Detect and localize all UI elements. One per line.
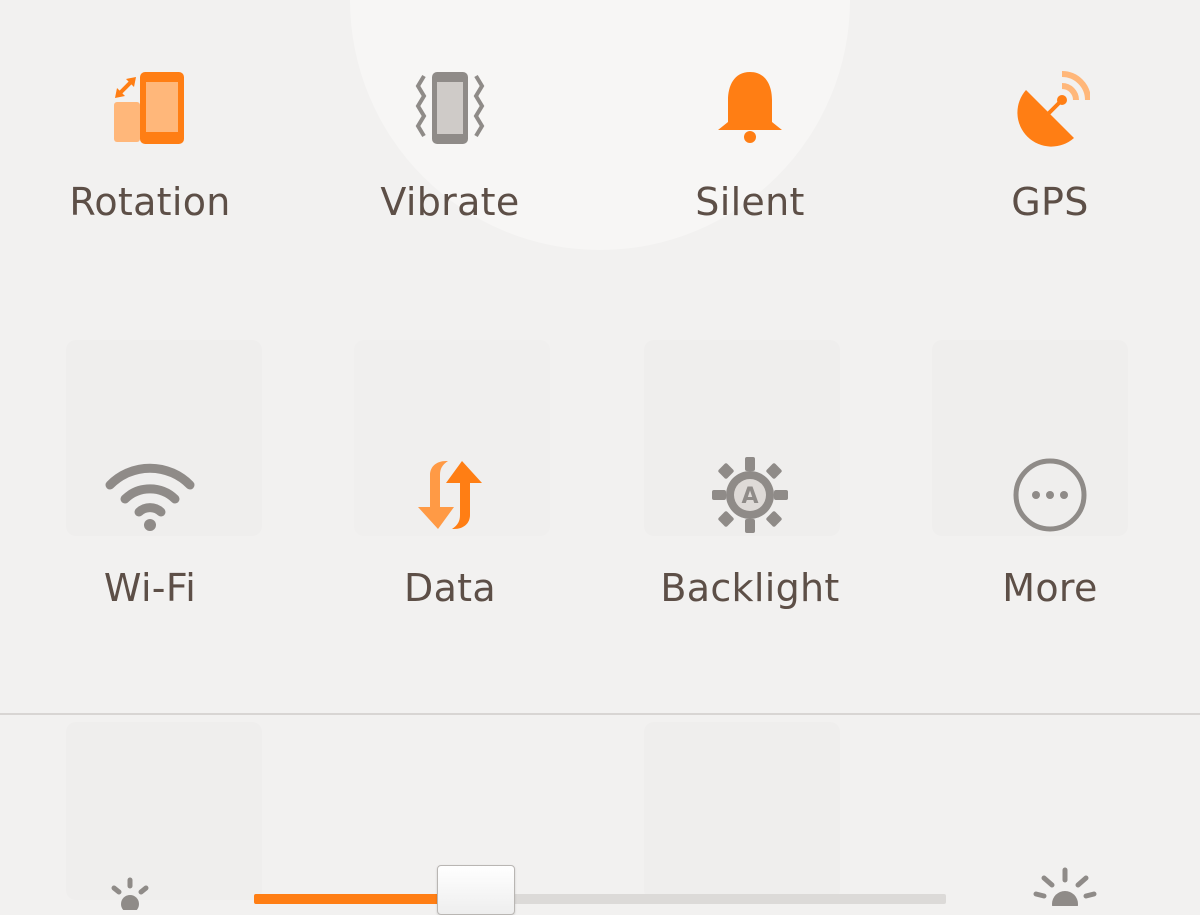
toggle-label: Vibrate [380,180,520,224]
bell-icon [710,68,790,152]
brightness-high-icon [1030,866,1100,915]
toggle-gps[interactable]: GPS [900,40,1200,240]
toggle-silent[interactable]: Silent [600,40,900,240]
toggle-label: More [1002,566,1098,610]
toggle-wifi[interactable]: Wi-Fi [0,430,300,630]
toggle-label: Data [404,566,496,610]
divider [0,713,1200,715]
rotation-icon [110,68,190,152]
more-icon [1010,455,1090,539]
toggle-label: GPS [1011,180,1089,224]
toggle-label: Rotation [69,180,231,224]
wifi-icon [105,455,195,539]
toggle-more[interactable]: More [900,430,1200,630]
toggle-vibrate[interactable]: Vibrate [300,40,600,240]
toggle-rotation[interactable]: Rotation [0,40,300,240]
toggle-label: Silent [695,180,805,224]
toggle-label: Wi-Fi [103,566,197,610]
auto-brightness-icon: A [710,455,790,539]
vibrate-icon [410,68,490,152]
toggle-backlight[interactable]: A Backlight [600,430,900,630]
data-sync-icon [408,455,492,539]
brightness-slider-thumb[interactable] [437,865,515,915]
quick-settings-panel: Rotation Vibrate Silent GPS Wi-Fi Data A… [0,0,1200,915]
gps-icon [1010,68,1091,152]
toggle-label: Backlight [660,566,840,610]
brightness-slider-track[interactable] [254,894,946,904]
toggle-data[interactable]: Data [300,430,600,630]
brightness-low-icon [100,870,160,914]
svg-text:A: A [741,484,758,509]
